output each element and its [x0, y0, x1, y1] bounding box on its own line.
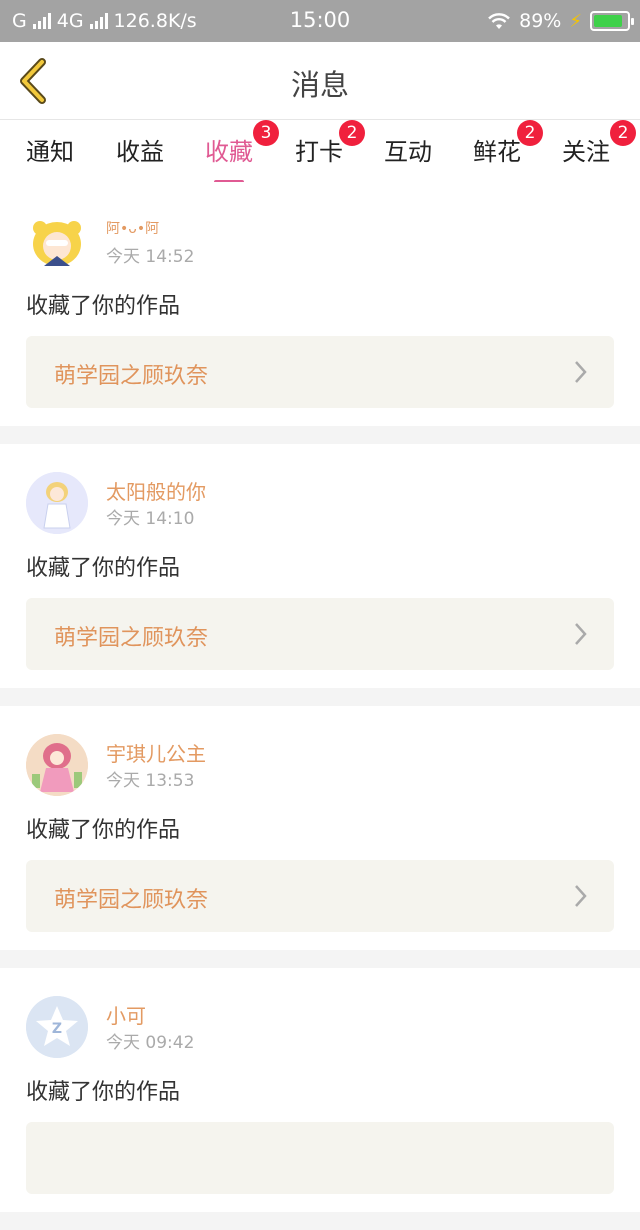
tab-favorites[interactable]: 收藏 3 [205, 120, 279, 184]
work-link[interactable]: 萌学园之顾玖奈 [26, 336, 614, 408]
tab-interaction[interactable]: 互动 [384, 132, 432, 172]
work-link[interactable]: 萌学园之顾玖奈 [26, 598, 614, 670]
tab-badge: 3 [253, 120, 279, 146]
username[interactable]: 小可 [106, 1000, 146, 1029]
tab-badge: 2 [610, 120, 636, 146]
tab-notify[interactable]: 通知 [26, 132, 74, 172]
timestamp: 今天 13:53 [106, 771, 195, 791]
avatar[interactable] [26, 472, 88, 534]
action-text: 收藏了你的作品 [26, 294, 181, 319]
list-item: 阿•ᴗ•阿 今天 14:52 收藏了你的作品 萌学园之顾玖奈 [0, 182, 640, 426]
tab-follow[interactable]: 关注 2 [562, 120, 636, 172]
work-title: 萌学园之顾玖奈 [54, 364, 209, 389]
timestamp: 今天 09:42 [106, 1033, 195, 1053]
status-right: 89% ⚡ [487, 8, 634, 34]
tab-label: 收益 [116, 138, 164, 166]
work-link[interactable] [26, 1122, 614, 1194]
username[interactable]: 太阳般的你 [106, 476, 206, 505]
tab-label: 收藏 [205, 138, 253, 166]
avatar[interactable] [26, 210, 88, 272]
list-item: Z 小可 今天 09:42 收藏了你的作品 [0, 968, 640, 1212]
work-title: 萌学园之顾玖奈 [54, 626, 209, 651]
action-text: 收藏了你的作品 [26, 1080, 181, 1105]
status-bar: G 4G 126.8K/s 15:00 89% ⚡ [0, 0, 640, 42]
timestamp: 今天 14:52 [106, 247, 195, 267]
tab-badge: 2 [517, 120, 543, 146]
wifi-icon [488, 13, 510, 29]
timestamp: 今天 14:10 [106, 509, 195, 529]
tab-label: 通知 [26, 138, 74, 166]
tab-label: 鲜花 [473, 138, 521, 166]
tab-label: 互动 [384, 138, 432, 166]
work-title: 萌学园之顾玖奈 [54, 888, 209, 913]
avatar-image [33, 221, 81, 266]
tab-label: 打卡 [295, 138, 343, 166]
tab-label: 关注 [562, 138, 610, 166]
tab-flowers[interactable]: 鲜花 2 [473, 120, 543, 172]
battery-icon [590, 11, 634, 31]
username[interactable]: 阿•ᴗ•阿 [106, 218, 159, 238]
chevron-right-icon [575, 885, 587, 907]
tab-bar: 通知 收益 收藏 3 打卡 2 互动 鲜花 2 关注 2 [0, 120, 640, 184]
qq-default-avatar-icon: Z [26, 996, 88, 1058]
chevron-right-icon [575, 623, 587, 645]
action-text: 收藏了你的作品 [26, 556, 181, 581]
avatar-image [26, 472, 88, 534]
charging-icon: ⚡ [569, 10, 582, 32]
nav-header: 消息 [0, 42, 640, 120]
tab-badge: 2 [339, 120, 365, 146]
battery-percent: 89% [519, 10, 562, 32]
page-title: 消息 [290, 68, 349, 102]
chevron-right-icon [575, 361, 587, 383]
avatar-image [26, 734, 88, 796]
list-item: 宇琪儿公主 今天 13:53 收藏了你的作品 萌学园之顾玖奈 [0, 706, 640, 950]
list-item: 太阳般的你 今天 14:10 收藏了你的作品 萌学园之顾玖奈 [0, 444, 640, 688]
avatar[interactable] [26, 734, 88, 796]
svg-text:Z: Z [52, 1021, 62, 1037]
tab-earnings[interactable]: 收益 [116, 132, 164, 172]
message-list: 阿•ᴗ•阿 今天 14:52 收藏了你的作品 萌学园之顾玖奈 太阳般的你 今天 … [0, 182, 640, 1230]
tab-checkin[interactable]: 打卡 2 [295, 120, 365, 172]
username[interactable]: 宇琪儿公主 [106, 738, 206, 767]
action-text: 收藏了你的作品 [26, 818, 181, 843]
avatar[interactable]: Z [26, 996, 88, 1058]
work-link[interactable]: 萌学园之顾玖奈 [26, 860, 614, 932]
